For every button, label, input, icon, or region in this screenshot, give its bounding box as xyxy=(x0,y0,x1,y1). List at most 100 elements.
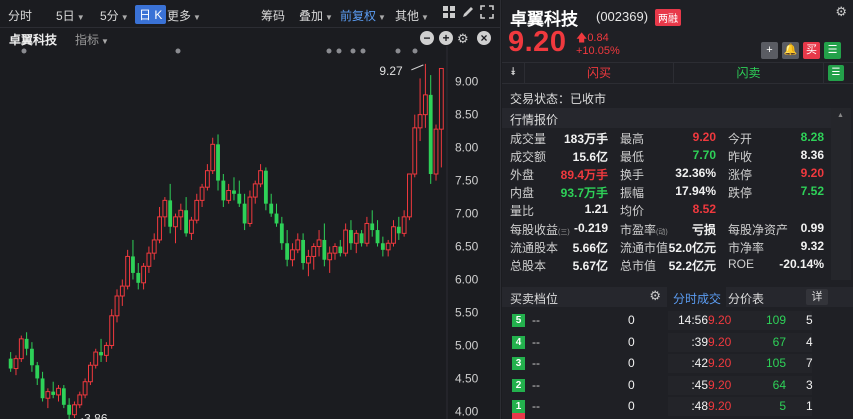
candle-body[interactable] xyxy=(285,243,290,260)
candle-body[interactable] xyxy=(109,315,115,346)
candle-body[interactable] xyxy=(353,232,359,244)
candle-body[interactable] xyxy=(77,394,83,406)
candle-body[interactable] xyxy=(40,378,45,399)
candle-body[interactable] xyxy=(18,338,24,360)
candle-body[interactable] xyxy=(216,144,220,181)
flash-buy-button[interactable]: 闪买 xyxy=(524,63,674,83)
candle-body[interactable] xyxy=(30,348,34,366)
detail-button[interactable]: 详 xyxy=(806,289,828,305)
candle-body[interactable] xyxy=(189,219,194,234)
candle-body[interactable] xyxy=(417,114,423,129)
zoom-in-icon[interactable]: + xyxy=(439,31,453,45)
candle-body[interactable] xyxy=(141,265,146,284)
candle-body[interactable] xyxy=(194,199,200,221)
candle-body[interactable] xyxy=(428,94,433,174)
candle-body[interactable] xyxy=(252,183,258,198)
tab-time-sales[interactable]: 分时成交 xyxy=(668,287,727,307)
gear-icon[interactable]: ⚙ xyxy=(835,4,847,20)
other-button[interactable]: 其他 ▼ xyxy=(395,7,429,24)
gear-icon[interactable]: ⚙ xyxy=(457,31,469,47)
candle-body[interactable] xyxy=(162,199,168,218)
candle-body[interactable] xyxy=(306,255,311,264)
event-marker[interactable] xyxy=(395,48,401,54)
candlestick-chart[interactable]: 9.00 8.50 8.00 7.50 7.00 6.50 6.00 5.50 5.00 4.50… xyxy=(0,46,500,419)
candle-body[interactable] xyxy=(412,127,418,175)
candle-body[interactable] xyxy=(433,128,439,175)
candle-body[interactable] xyxy=(301,239,306,264)
candle-body[interactable] xyxy=(237,193,242,204)
candle-body[interactable] xyxy=(263,170,268,204)
candle-body[interactable] xyxy=(232,190,236,194)
event-marker[interactable] xyxy=(175,48,181,54)
candle-body[interactable] xyxy=(8,358,13,369)
event-marker[interactable] xyxy=(350,48,356,54)
list-icon[interactable]: ☰ xyxy=(824,42,841,59)
candle-body[interactable] xyxy=(24,338,29,349)
forward-adjust-button[interactable]: 前复权 ▼ xyxy=(340,7,386,24)
scrollbar[interactable]: ▲ xyxy=(831,108,851,280)
candle-body[interactable] xyxy=(35,365,40,379)
candle-body[interactable] xyxy=(370,223,375,231)
candle-body[interactable] xyxy=(13,358,19,370)
pencil-icon[interactable] xyxy=(461,5,475,22)
candle-body[interactable] xyxy=(316,239,322,248)
candle-body[interactable] xyxy=(93,351,99,366)
candle-body[interactable] xyxy=(184,210,189,234)
candle-body[interactable] xyxy=(173,216,178,228)
candle-body[interactable] xyxy=(343,229,349,254)
candle-body[interactable] xyxy=(274,213,279,224)
candle-body[interactable] xyxy=(349,230,353,244)
candle-body[interactable] xyxy=(359,233,364,244)
event-marker[interactable] xyxy=(326,48,332,54)
tab-price-table[interactable]: 分价表 xyxy=(728,290,764,307)
candle-body[interactable] xyxy=(168,200,173,227)
candle-body[interactable] xyxy=(385,242,391,251)
candle-body[interactable] xyxy=(258,170,263,185)
candle-body[interactable] xyxy=(290,249,295,261)
flash-sell-button[interactable]: 闪卖 xyxy=(674,63,824,83)
candle-body[interactable] xyxy=(131,256,135,273)
candle-body[interactable] xyxy=(295,239,301,251)
zoom-out-icon[interactable]: − xyxy=(420,31,434,45)
candle-body[interactable] xyxy=(396,226,401,234)
buy-button[interactable]: 买 xyxy=(803,42,820,59)
event-marker[interactable] xyxy=(360,48,366,54)
gear-icon[interactable]: ⚙ xyxy=(649,288,661,304)
candle-body[interactable] xyxy=(322,239,327,260)
candle-body[interactable] xyxy=(45,391,51,399)
candle-body[interactable] xyxy=(438,67,444,130)
tab-daily-k[interactable]: 日 K xyxy=(135,5,167,24)
tab-more[interactable]: 更多 ▼ xyxy=(167,7,201,24)
candle-body[interactable] xyxy=(391,226,396,244)
grid-icon[interactable] xyxy=(442,5,456,22)
candle-body[interactable] xyxy=(72,404,77,416)
candle-body[interactable] xyxy=(157,216,162,241)
candle-body[interactable] xyxy=(364,222,370,244)
candle-body[interactable] xyxy=(125,255,131,287)
candle-body[interactable] xyxy=(311,246,317,257)
candle-body[interactable] xyxy=(146,252,152,267)
candle-body[interactable] xyxy=(338,246,343,254)
list-icon[interactable]: ☰ xyxy=(828,65,844,81)
candle-body[interactable] xyxy=(151,239,157,254)
candle-body[interactable] xyxy=(61,388,66,405)
candle-body[interactable] xyxy=(88,364,93,383)
tab-5day[interactable]: 5日 ▼ xyxy=(56,7,85,24)
candle-body[interactable] xyxy=(67,404,72,415)
overlay-button[interactable]: 叠加 ▼ xyxy=(299,7,333,24)
candle-body[interactable] xyxy=(51,391,56,395)
add-watch-icon[interactable]: + xyxy=(761,42,778,59)
candle-body[interactable] xyxy=(327,252,333,261)
candle-body[interactable] xyxy=(407,173,412,218)
candle-body[interactable] xyxy=(119,285,125,297)
candle-body[interactable] xyxy=(199,186,205,201)
event-marker[interactable] xyxy=(336,48,342,54)
candle-body[interactable] xyxy=(226,189,232,201)
chips-button[interactable]: 筹码 xyxy=(261,7,285,24)
candle-body[interactable] xyxy=(103,344,109,356)
event-marker[interactable] xyxy=(21,48,27,54)
candle-body[interactable] xyxy=(269,203,274,214)
candle-body[interactable] xyxy=(242,203,247,224)
candle-body[interactable] xyxy=(99,352,103,356)
collapse-icon[interactable]: ⯯ xyxy=(510,66,517,79)
